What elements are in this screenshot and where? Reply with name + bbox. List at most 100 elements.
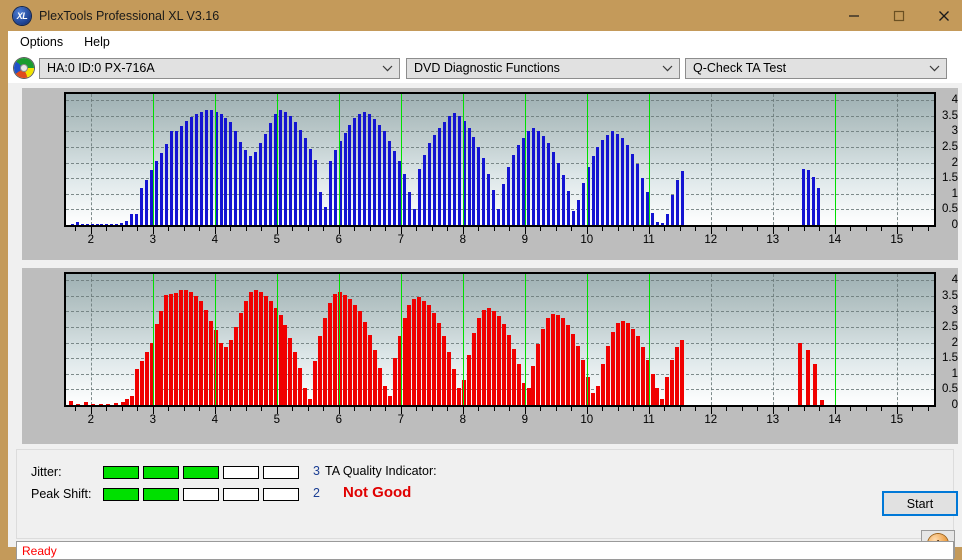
gridline-vertical xyxy=(90,274,92,405)
chart-bar xyxy=(392,358,397,405)
chart-bar xyxy=(199,112,203,225)
chart-bar xyxy=(323,317,328,405)
x-axis-tick xyxy=(772,407,774,414)
chart-bar xyxy=(636,164,640,225)
chart-bar xyxy=(640,347,645,405)
chart-bar xyxy=(352,304,357,405)
x-axis-tick xyxy=(168,227,170,231)
function-select-value: DVD Diagnostic Functions xyxy=(414,61,560,75)
chart-bar xyxy=(452,112,456,225)
y-axis-tick-label: 3.5 xyxy=(942,109,958,122)
chart-bar xyxy=(491,310,496,405)
chart-bar xyxy=(507,167,511,225)
x-axis-tick xyxy=(462,227,464,234)
chart-bar xyxy=(651,212,655,225)
y-axis-tick-label: 2.5 xyxy=(942,321,958,334)
maximize-icon[interactable] xyxy=(876,0,921,31)
chart-bar xyxy=(328,302,333,405)
chart-bar xyxy=(595,386,600,405)
chart-bar xyxy=(130,214,134,225)
chart-bar xyxy=(184,121,188,225)
chart-bar xyxy=(610,331,615,405)
gridline-horizontal xyxy=(66,280,934,282)
track-marker xyxy=(462,94,464,225)
chart-bar xyxy=(378,124,382,225)
chart-bar xyxy=(546,143,550,225)
chart-bar xyxy=(244,149,248,225)
track-marker xyxy=(400,94,402,225)
chart-bar xyxy=(139,361,144,405)
x-axis-tick xyxy=(586,407,588,414)
meter-cell xyxy=(223,466,259,479)
x-axis-tick xyxy=(524,227,526,234)
x-axis-tick-label: 6 xyxy=(335,234,342,246)
chart-bar xyxy=(447,351,452,405)
track-marker xyxy=(338,94,340,225)
chart-bar xyxy=(511,348,516,405)
x-axis-tick-label: 15 xyxy=(890,414,904,426)
chart-bar xyxy=(253,289,258,405)
chart-bar xyxy=(437,128,441,225)
drive-select[interactable]: HA:0 ID:0 PX-716A xyxy=(39,57,400,79)
chart-bar xyxy=(807,170,811,225)
chart-bar xyxy=(631,153,635,225)
minimize-icon[interactable] xyxy=(831,0,876,31)
jitter-meter xyxy=(103,466,299,479)
y-axis-tick-label: 4 xyxy=(951,94,958,107)
chart-bar xyxy=(388,140,392,225)
chart-bar xyxy=(278,314,283,405)
chart-bar xyxy=(323,206,327,225)
track-marker xyxy=(648,274,650,405)
x-axis-tick xyxy=(168,407,170,411)
chart-bar xyxy=(209,109,213,225)
chart-bar xyxy=(596,147,600,225)
menu-item-options[interactable]: Options xyxy=(11,33,72,51)
chart-bar xyxy=(798,342,803,405)
start-button[interactable]: Start xyxy=(882,491,958,516)
chevron-down-icon xyxy=(662,59,673,78)
chart-bar xyxy=(328,161,332,225)
chevron-down-icon xyxy=(382,59,393,78)
x-axis-tick xyxy=(152,407,154,414)
meter-cell xyxy=(263,466,299,479)
x-axis-tick xyxy=(788,407,790,411)
chart-bar xyxy=(234,130,238,225)
x-axis-tick xyxy=(679,227,681,231)
x-axis-tick xyxy=(416,227,418,231)
x-axis-tick xyxy=(478,407,480,411)
function-select[interactable]: DVD Diagnostic Functions xyxy=(406,57,680,79)
chart-bar xyxy=(680,171,684,225)
chart-bar xyxy=(283,325,288,405)
chart-bar xyxy=(189,117,193,225)
chart-bar xyxy=(363,112,367,225)
meter-cell xyxy=(263,488,299,501)
meter-cell xyxy=(183,466,219,479)
chart-bar xyxy=(805,350,810,405)
x-axis-tick xyxy=(896,407,898,414)
menu-item-help[interactable]: Help xyxy=(75,33,119,51)
chart-bar xyxy=(372,350,377,405)
chart-bar xyxy=(343,295,347,405)
x-axis-tick-label: 14 xyxy=(828,234,842,246)
x-axis-tick xyxy=(431,227,433,231)
chart-bar xyxy=(169,131,173,225)
chart-bar xyxy=(283,112,287,225)
chart-bar xyxy=(616,133,620,225)
x-axis-tick xyxy=(617,407,619,411)
x-axis-tick-label: 7 xyxy=(397,414,404,426)
track-marker xyxy=(462,274,464,405)
x-axis-tick-label: 2 xyxy=(87,234,94,246)
close-icon[interactable] xyxy=(921,0,962,31)
x-axis-tick xyxy=(788,227,790,231)
chart-bar xyxy=(620,320,625,405)
x-axis-tick xyxy=(230,227,232,231)
chart-bar xyxy=(367,334,372,405)
x-axis-tick xyxy=(648,227,650,234)
x-axis-tick xyxy=(664,227,666,231)
x-axis-tick-label: 15 xyxy=(890,234,904,246)
chart-bar xyxy=(536,130,540,225)
chart-bar xyxy=(298,129,302,225)
chart-bar xyxy=(551,151,555,225)
test-select[interactable]: Q-Check TA Test xyxy=(685,57,947,79)
chart-bar xyxy=(239,142,243,225)
